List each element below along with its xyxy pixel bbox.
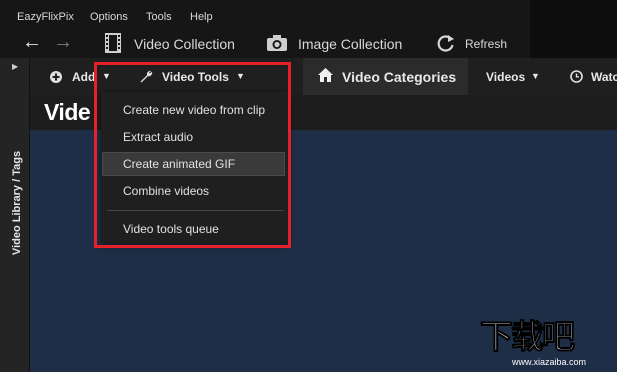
watermark-url: www.xiazaiba.com (512, 357, 587, 367)
menu-app-name[interactable]: EazyFlixPix (17, 11, 74, 23)
video-library-tags-label[interactable]: Video Library / Tags (11, 151, 23, 255)
expand-panel-icon[interactable]: ▶ (12, 62, 18, 71)
video-library-panel[interactable]: ▶ Video Library / Tags (0, 58, 30, 372)
tab-videos[interactable]: Videos (486, 70, 525, 84)
camera-icon[interactable] (266, 34, 288, 57)
video-collection-button[interactable]: Video Collection (134, 36, 235, 52)
add-circle-icon[interactable] (50, 70, 62, 88)
toolbar: ← → Video Collection Image Collection Re… (0, 28, 530, 58)
image-collection-button[interactable]: Image Collection (298, 36, 402, 52)
clock-icon (570, 70, 583, 88)
menu-bar: EazyFlixPix Options Tools Help (0, 0, 530, 28)
app-window: EazyFlixPix Options Tools Help ← → Video… (0, 0, 617, 372)
home-icon (318, 68, 333, 87)
tab-video-categories[interactable]: Video Categories (342, 69, 456, 85)
page-title: Vide (44, 99, 91, 125)
highlight-frame (94, 62, 291, 248)
back-button[interactable]: ← (22, 32, 42, 52)
menu-options[interactable]: Options (90, 11, 128, 23)
forward-button[interactable]: → (53, 32, 73, 52)
tab-add[interactable]: Add (72, 70, 95, 84)
background-window-strip (530, 0, 617, 28)
menu-tools[interactable]: Tools (146, 11, 172, 23)
refresh-button[interactable]: Refresh (465, 37, 507, 51)
film-strip-icon[interactable] (104, 33, 122, 58)
watermark-logo: 下载吧 www.xiazaiba.com (480, 317, 610, 368)
watermark-text: 下载吧 (480, 317, 576, 356)
refresh-icon[interactable] (436, 33, 456, 58)
videos-caret-icon[interactable]: ▼ (531, 71, 540, 81)
menu-help[interactable]: Help (190, 11, 213, 23)
background-window-strip-lower (530, 28, 617, 58)
tab-watch[interactable]: Watc (591, 70, 617, 84)
